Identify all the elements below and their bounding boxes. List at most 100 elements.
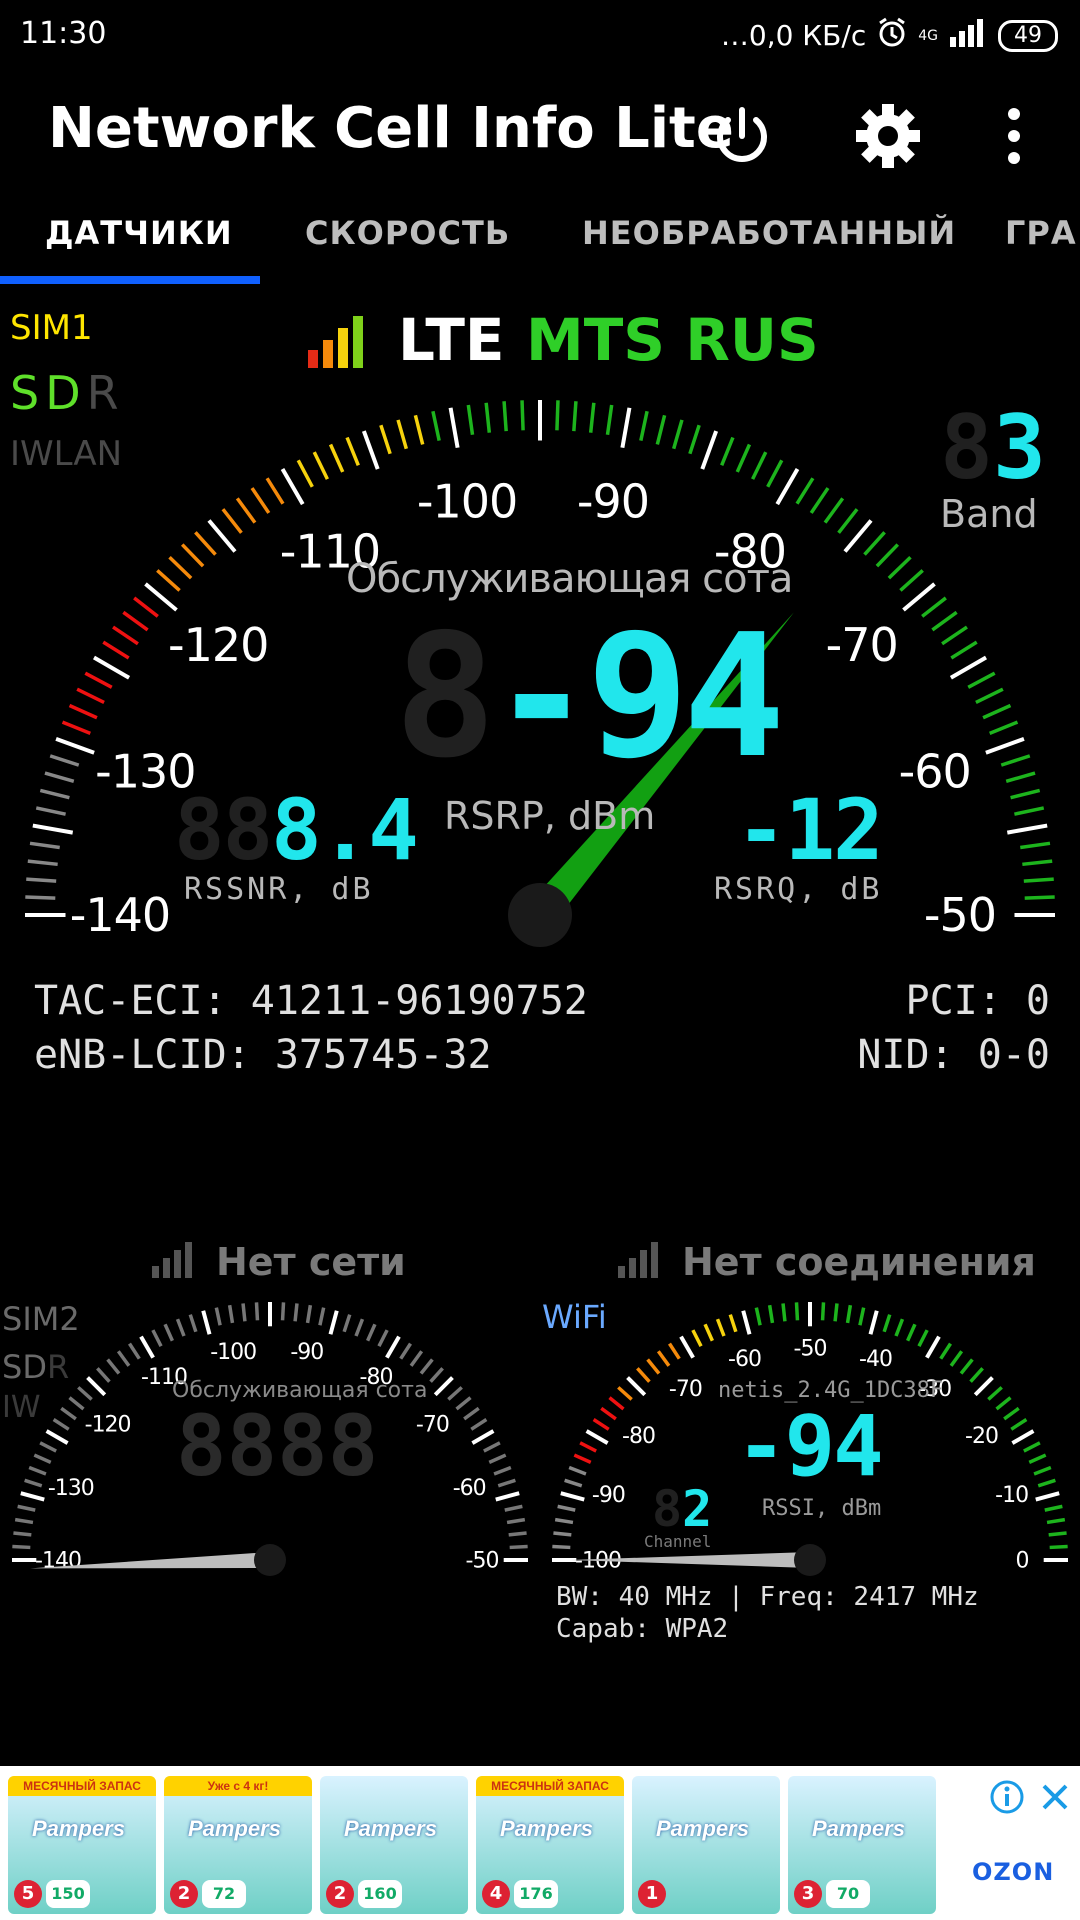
tab-bar: ДАТЧИКИ СКОРОСТЬ НЕОБРАБОТАННЫЙ ГРА xyxy=(0,200,1080,286)
band-value: 3 xyxy=(992,396,1046,499)
gauge-scale-label: -10 xyxy=(995,1483,1028,1508)
ad-product-tile[interactable]: Уже с 4 кг! Pampers 2 72 xyxy=(164,1776,312,1914)
gauge-tick xyxy=(967,671,996,689)
gauge-tick xyxy=(508,1531,527,1537)
gauge-tick xyxy=(975,687,1004,704)
gauge-tick xyxy=(894,1318,905,1337)
ad-close-icon[interactable] xyxy=(1038,1780,1072,1818)
gauge-tick xyxy=(214,1307,222,1326)
gauge-tick xyxy=(605,404,614,435)
wifi-title: Нет соединения xyxy=(682,1240,1036,1284)
tab-graph[interactable]: ГРА xyxy=(1005,214,1077,252)
gauge-tick xyxy=(106,1358,121,1375)
gauge-tick xyxy=(735,443,752,473)
gauge-tick xyxy=(463,1406,480,1421)
ad-badge: МЕСЯЧНЫЙ ЗАПАС xyxy=(8,1776,156,1796)
gauge-scale-label: -50 xyxy=(794,1337,827,1362)
gauge-major-tick xyxy=(144,582,178,612)
gauge-tick xyxy=(809,487,830,514)
gauge-tick xyxy=(1010,1418,1028,1431)
gauge-tick xyxy=(429,1367,444,1383)
ad-brand: Pampers xyxy=(500,1816,593,1841)
gauge-tick xyxy=(24,1478,43,1488)
gauge-tick xyxy=(413,414,425,445)
gauge-needle-hub xyxy=(254,1544,286,1576)
gauge-tick xyxy=(399,1342,412,1360)
power-icon[interactable] xyxy=(702,96,782,176)
gauge-tick xyxy=(858,1307,866,1326)
gauge-scale-label: -70 xyxy=(669,1377,702,1402)
ad-product-tile[interactable]: МЕСЯЧНЫЙ ЗАПАС Pampers 4 176 xyxy=(476,1776,624,1914)
gauge-tick xyxy=(312,451,329,480)
gauge-tick xyxy=(27,859,58,867)
ad-product-tile[interactable]: Pampers 1 xyxy=(632,1776,780,1914)
gauge-tick xyxy=(509,1544,528,1550)
gauge-tick xyxy=(1046,1517,1066,1525)
gear-icon[interactable] xyxy=(848,96,928,176)
gauge-tick xyxy=(949,1350,964,1367)
gauge-scale-label: -60 xyxy=(453,1476,486,1501)
gauge-tick xyxy=(250,487,271,514)
rsrq-label: RSRQ, dB xyxy=(714,872,883,907)
gauge-tick xyxy=(572,401,578,432)
gauge-tick xyxy=(1005,771,1036,783)
gauge-tick xyxy=(328,443,345,473)
tab-speed[interactable]: СКОРОСТЬ xyxy=(305,214,510,252)
gauge-tick xyxy=(504,1504,523,1512)
gauge-major-tick xyxy=(1011,1429,1035,1445)
ad-info-icon[interactable] xyxy=(990,1780,1024,1818)
pci: PCI: 0 xyxy=(905,978,1051,1024)
gauge-tick xyxy=(168,555,193,580)
gauge-tick xyxy=(68,703,98,720)
tab-sensors[interactable]: ДАТЧИКИ xyxy=(45,214,233,252)
status-time: 11:30 xyxy=(20,16,107,51)
tab-raw[interactable]: НЕОБРАБОТАННЫЙ xyxy=(582,214,956,252)
gauge-tick xyxy=(26,877,57,883)
battery-indicator: 49 xyxy=(998,19,1058,52)
gauge-tick xyxy=(493,1465,512,1476)
ad-product-tile[interactable]: Pampers 2 160 xyxy=(320,1776,468,1914)
gauge-scale-label: -70 xyxy=(416,1412,449,1437)
gauge-tick xyxy=(466,404,475,435)
gauge-scale-label: -20 xyxy=(965,1424,998,1449)
more-vert-icon[interactable] xyxy=(990,96,1040,176)
gauge-tick xyxy=(488,1453,507,1464)
gauge-tick xyxy=(497,1478,516,1488)
gauge-tick xyxy=(151,1329,163,1347)
gauge-major-tick xyxy=(560,1491,585,1502)
gauge-tick xyxy=(1003,1406,1020,1421)
alarm-icon xyxy=(876,16,908,55)
ad-store-logo[interactable]: OZON xyxy=(972,1858,1054,1886)
gauge-tick xyxy=(863,531,886,556)
gauge-major-tick xyxy=(201,1310,212,1335)
ad-banner[interactable]: МЕСЯЧНЫЙ ЗАПАС Pampers 5 150 Уже с 4 кг! Pamp… xyxy=(0,1766,1080,1920)
ad-product-tile[interactable]: Pampers 3 70 xyxy=(788,1776,936,1914)
gauge-tick xyxy=(1033,1465,1052,1476)
gauge-tick xyxy=(592,1418,610,1431)
gauge-tick xyxy=(636,1367,651,1383)
gauge-tick xyxy=(1048,1531,1067,1537)
gauge-tick xyxy=(688,424,701,455)
ad-products[interactable]: МЕСЯЧНЫЙ ЗАПАС Pampers 5 150 Уже с 4 кг! Pamp… xyxy=(8,1776,938,1914)
rsrp-display: 8-94 xyxy=(394,598,785,796)
wifi-capab: Capab: WPA2 xyxy=(556,1614,729,1644)
gauge-tick xyxy=(280,1302,286,1321)
gauge-needle-hub xyxy=(794,1544,826,1576)
gauge-scale-label: -80 xyxy=(622,1424,655,1449)
gauge-major-tick xyxy=(973,1376,994,1397)
signal-icon xyxy=(948,17,988,54)
channel-label: Channel xyxy=(644,1532,712,1551)
gauge-tick xyxy=(366,1323,377,1342)
gauge-major-tick xyxy=(495,1491,520,1502)
gauge-tick xyxy=(959,1358,974,1375)
ad-size: 5 xyxy=(14,1880,42,1908)
gauge-tick xyxy=(989,720,1019,735)
gauge-tick xyxy=(950,640,978,660)
gauge-scale-label: -100 xyxy=(417,474,517,528)
gauge-tick xyxy=(25,895,56,900)
gauge-tick xyxy=(396,419,408,450)
gauge-tick xyxy=(917,1329,929,1347)
gauge-tick xyxy=(1020,841,1051,850)
gauge-tick xyxy=(506,1517,526,1525)
ad-product-tile[interactable]: МЕСЯЧНЫЙ ЗАПАС Pampers 5 150 xyxy=(8,1776,156,1914)
